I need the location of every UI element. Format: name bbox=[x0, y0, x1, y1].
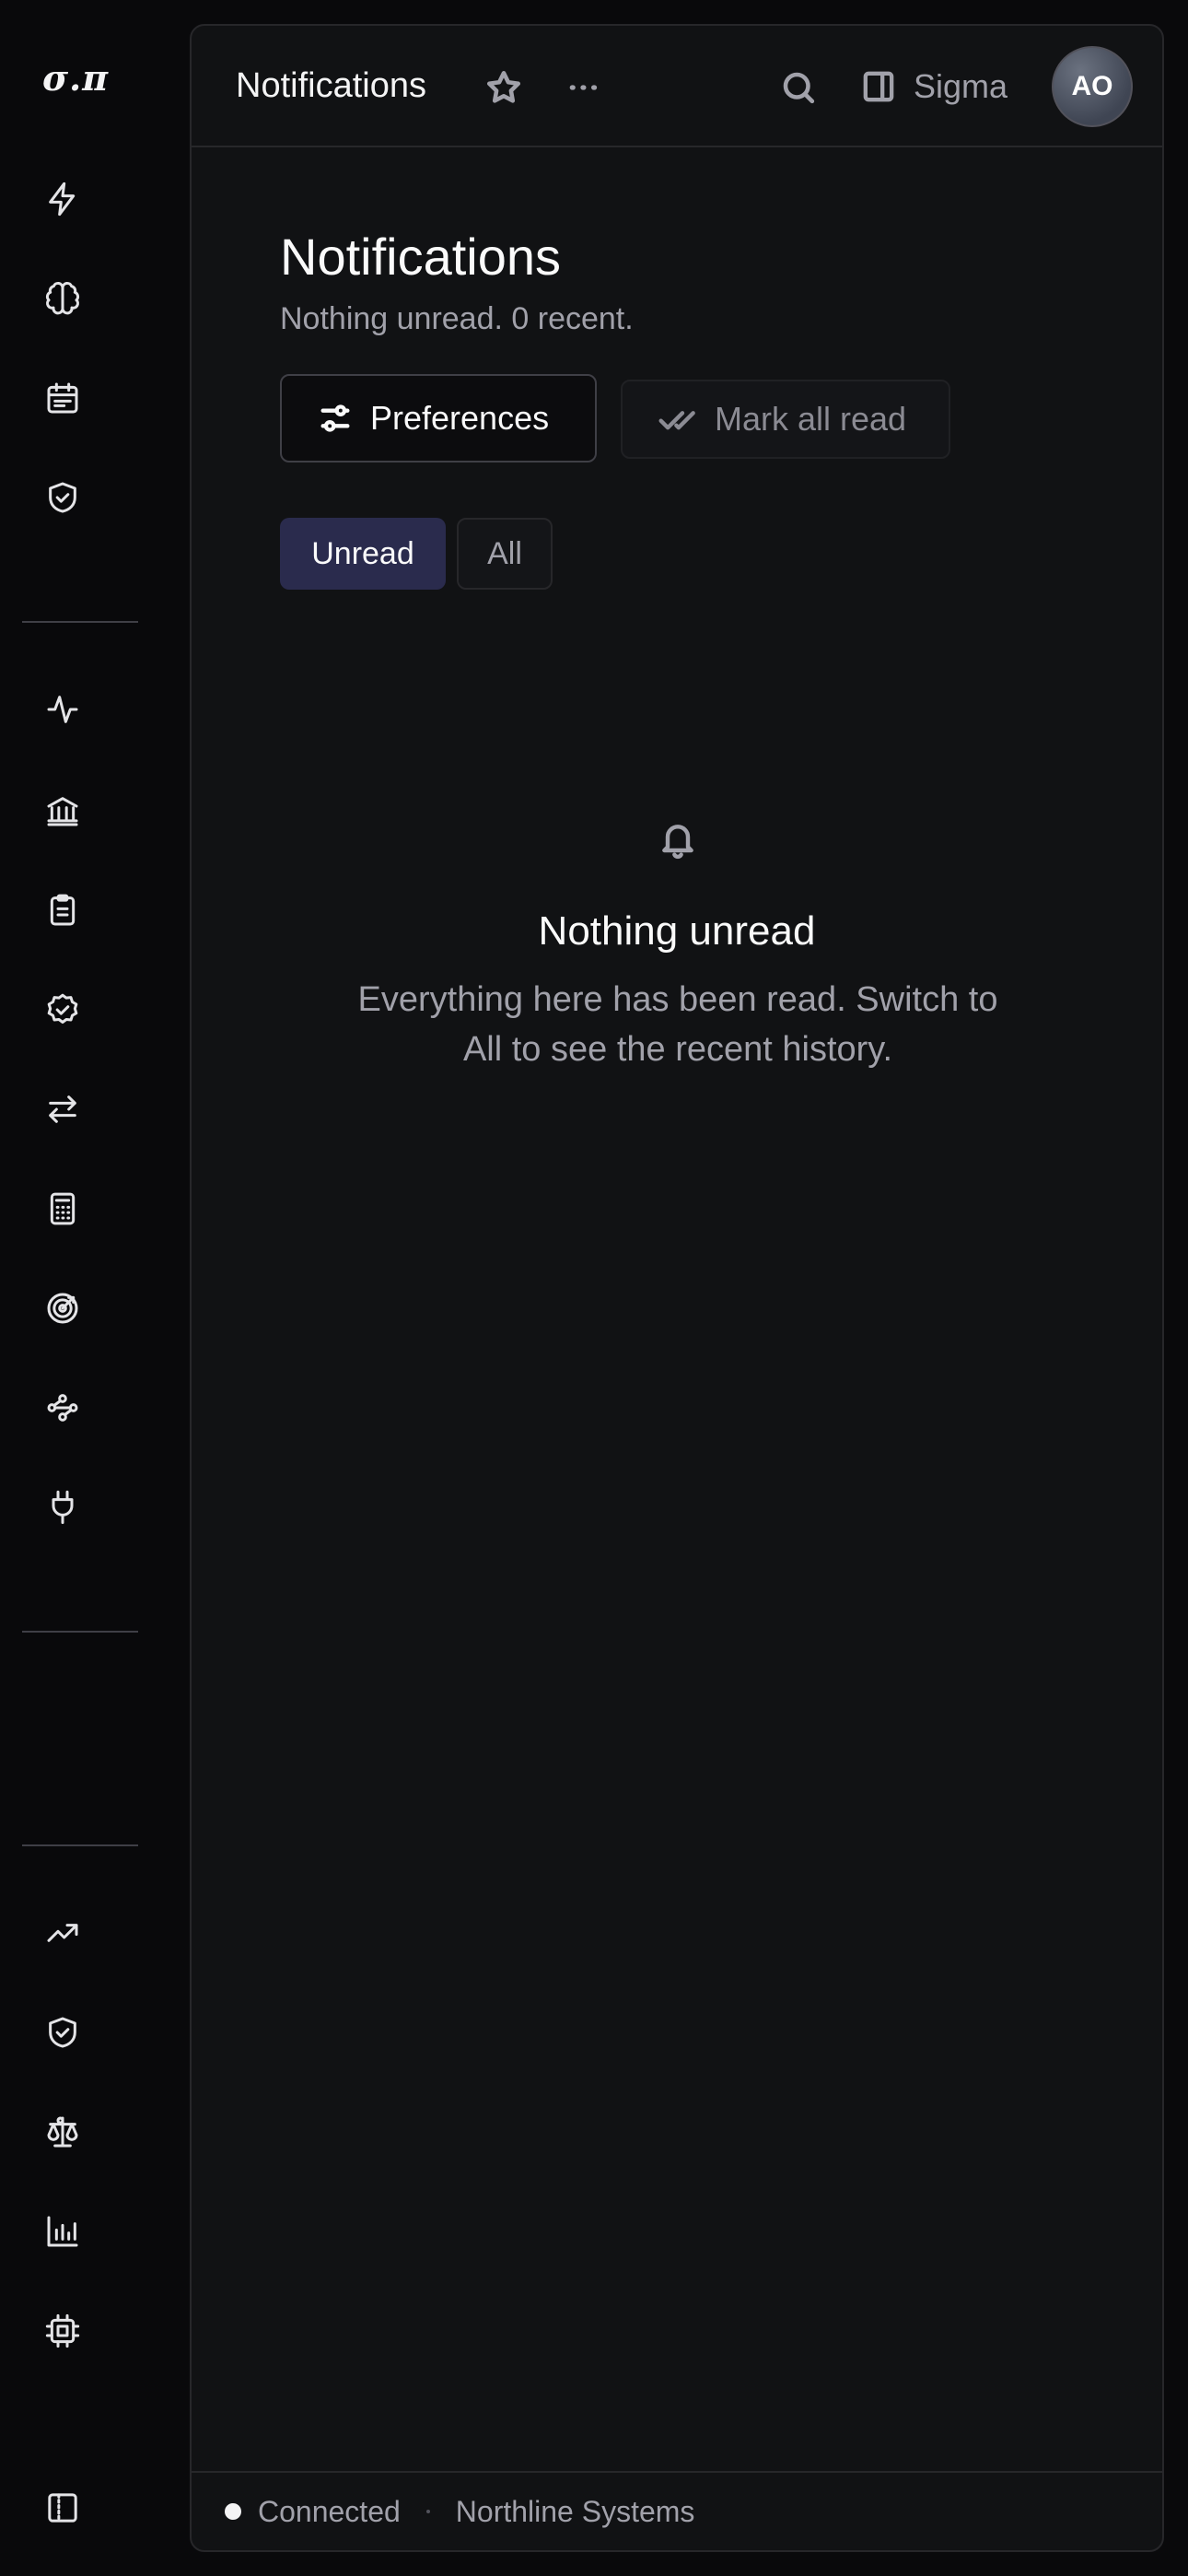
bank-icon[interactable] bbox=[37, 785, 88, 837]
shield-check-icon[interactable] bbox=[37, 472, 88, 523]
sidebar-divider bbox=[22, 621, 138, 623]
cpu-icon[interactable] bbox=[37, 2305, 88, 2357]
panel-right-icon bbox=[863, 71, 894, 102]
status-footer: Connected Northline Systems bbox=[192, 2471, 1162, 2550]
bar-chart-icon[interactable] bbox=[37, 2206, 88, 2257]
more-options-icon[interactable] bbox=[562, 66, 604, 109]
preferences-button[interactable]: Preferences bbox=[280, 374, 597, 463]
workflow-icon[interactable] bbox=[37, 1382, 88, 1434]
avatar[interactable]: AO bbox=[1052, 46, 1133, 127]
workspace-name: Sigma bbox=[914, 67, 1008, 105]
calendar-icon[interactable] bbox=[37, 372, 88, 424]
mark-all-read-button[interactable]: Mark all read bbox=[621, 380, 950, 459]
search-icon[interactable] bbox=[777, 66, 820, 109]
empty-state-description: Everything here has been read. Switch to… bbox=[357, 980, 998, 1069]
bell-icon bbox=[658, 818, 698, 862]
tab-all[interactable]: All bbox=[457, 518, 553, 590]
target-icon[interactable] bbox=[37, 1282, 88, 1334]
empty-state-title: Nothing unread bbox=[538, 908, 816, 954]
arrows-left-right-icon[interactable] bbox=[37, 1083, 88, 1135]
activity-icon[interactable] bbox=[37, 684, 88, 735]
scale-icon[interactable] bbox=[37, 2106, 88, 2158]
page-subtitle: Nothing unread. 0 recent. bbox=[280, 301, 634, 336]
plug-icon[interactable] bbox=[37, 1481, 88, 1533]
preferences-label: Preferences bbox=[370, 399, 550, 437]
topbar-title: Notifications bbox=[236, 66, 426, 105]
footer-separator bbox=[425, 2510, 430, 2513]
sliders-icon bbox=[320, 404, 350, 432]
double-check-icon bbox=[658, 411, 695, 430]
brain-icon[interactable] bbox=[37, 273, 88, 324]
clipboard-icon[interactable] bbox=[37, 884, 88, 936]
star-icon[interactable] bbox=[483, 66, 525, 109]
zap-icon[interactable] bbox=[37, 173, 88, 225]
status-dot bbox=[225, 2503, 241, 2520]
sidebar: σ.π bbox=[0, 0, 188, 2576]
badge-check-icon[interactable] bbox=[37, 984, 88, 1036]
top-bar: Notifications Sigma AO bbox=[192, 26, 1162, 147]
trending-up-icon[interactable] bbox=[37, 1907, 88, 1959]
main-panel: Notifications Sigma AO Notifications Not… bbox=[190, 24, 1164, 2552]
organization-name: Northline Systems bbox=[455, 2494, 695, 2528]
shield-check-icon[interactable] bbox=[37, 2007, 88, 2058]
tab-unread[interactable]: Unread bbox=[280, 518, 446, 590]
page-title: Notifications bbox=[280, 228, 562, 286]
sidebar-divider bbox=[22, 1844, 138, 1846]
calculator-icon[interactable] bbox=[37, 1183, 88, 1235]
app-logo[interactable]: σ.π bbox=[42, 55, 116, 101]
workspace-switcher[interactable]: Sigma bbox=[860, 63, 1007, 111]
sidebar-divider bbox=[22, 1631, 138, 1633]
panel-left-icon[interactable] bbox=[37, 2482, 88, 2534]
connection-status: Connected bbox=[258, 2494, 401, 2528]
mark-all-read-label: Mark all read bbox=[715, 400, 907, 438]
